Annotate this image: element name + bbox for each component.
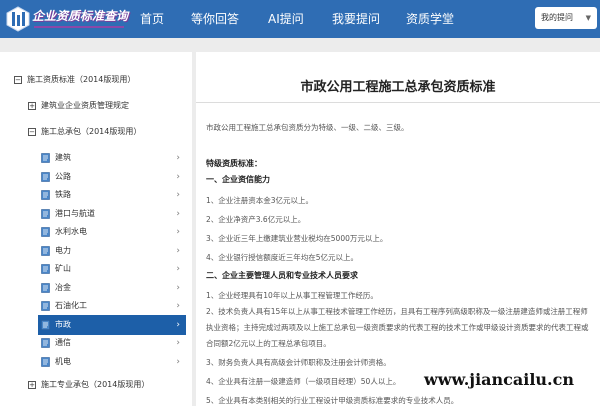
sidebar-item[interactable]: 石油化工 › <box>38 296 186 316</box>
document-icon <box>41 282 50 293</box>
document-icon <box>41 356 50 367</box>
document-icon <box>41 301 50 311</box>
top-nav-bar: 企业资质标准查询 首页 等你回答 AI提问 我要提问 资质学堂 我的提问 ▼ <box>0 0 600 38</box>
document-icon <box>41 153 50 163</box>
chevron-right-icon: › <box>176 356 180 367</box>
chevron-right-icon: › <box>176 301 180 311</box>
document-icon <box>41 264 50 274</box>
document-icon <box>41 245 50 256</box>
intro-paragraph: 市政公用工程施工总承包资质分为特级、一级、二级、三级。 <box>206 123 409 132</box>
chevron-down-icon: ▼ <box>585 14 591 22</box>
article-content: 市政公用工程施工总承包资质标准 市政公用工程施工总承包资质分为特级、一级、二级、… <box>196 52 600 406</box>
watermark-text: www.jiancailu.cn <box>424 370 574 389</box>
sidebar-item-label: 市政 <box>55 319 71 329</box>
sidebar-item-label: 冶金 <box>55 282 71 292</box>
search-dropdown-label: 我的提问 <box>541 13 573 22</box>
chevron-right-icon: › <box>176 171 180 182</box>
sidebar-item-label: 矿山 <box>55 264 71 273</box>
document-icon <box>41 171 50 182</box>
nav-ask-question[interactable]: 我要提问 <box>332 0 380 38</box>
tree-node-specialty-label: 施工专业承包（2014版现用） <box>41 380 150 389</box>
sidebar-item-label: 通信 <box>55 338 71 347</box>
chevron-right-icon: › <box>176 338 180 348</box>
document-icon <box>41 208 50 219</box>
section2-item: 2、技术负责人具有15年以上从事工程技术管理工作经历，且具有工程序列高级职称及一… <box>206 307 589 348</box>
sidebar-item-label: 公路 <box>55 171 71 181</box>
sidebar-item[interactable]: 公路 › <box>38 167 186 187</box>
chevron-right-icon: › <box>176 319 180 330</box>
sidebar-item-label: 石油化工 <box>55 301 87 310</box>
expand-icon[interactable]: + <box>28 102 36 110</box>
chevron-right-icon: › <box>176 264 180 274</box>
sidebar-item-label: 机电 <box>55 356 71 366</box>
logo-underline <box>34 26 124 28</box>
sidebar-item[interactable]: 港口与航道 › <box>38 204 186 224</box>
title-divider <box>196 102 600 103</box>
page-title: 市政公用工程施工总承包资质标准 <box>300 80 496 95</box>
sidebar-item-label: 水利水电 <box>55 227 87 236</box>
expand-icon[interactable]: + <box>28 381 36 389</box>
nav-home[interactable]: 首页 <box>140 0 164 38</box>
logo-text: 企业资质标准查询 <box>32 9 129 23</box>
sidebar-item[interactable]: 通信 › <box>38 333 186 353</box>
logo-icon <box>6 6 30 32</box>
section2-item: 4、企业具有注册一级建造师（一级项目经理）50人以上。 <box>206 377 401 386</box>
nav-qualification-school[interactable]: 资质学堂 <box>406 0 454 38</box>
document-icon <box>41 319 50 330</box>
sidebar-item[interactable]: 市政 › <box>38 314 186 335</box>
document-icon <box>41 190 50 200</box>
tree-node-root-label: 施工资质标准（2014版现用） <box>27 75 136 84</box>
sidebar-item[interactable]: 电力 › <box>38 241 186 261</box>
tree-node-rule-label: 建筑业企业资质管理规定 <box>41 101 129 110</box>
chevron-right-icon: › <box>176 153 180 163</box>
section2-item: 3、财务负责人具有高级会计师职称及注册会计师资格。 <box>206 358 391 367</box>
sidebar-item[interactable]: 建筑 › <box>38 148 186 168</box>
chevron-right-icon: › <box>176 190 180 200</box>
nav-ai-ask[interactable]: AI提问 <box>268 0 304 38</box>
sidebar-item-label: 建筑 <box>55 153 71 162</box>
tree-node-general-label: 施工总承包（2014版现用） <box>41 127 142 136</box>
section1-item: 4、企业银行授信额度近三年均在5亿元以上。 <box>206 253 359 262</box>
sidebar-item[interactable]: 冶金 › <box>38 278 186 298</box>
search-dropdown[interactable]: 我的提问 ▼ <box>535 7 597 29</box>
sidebar-item-label: 电力 <box>55 245 71 255</box>
collapse-icon[interactable]: − <box>28 128 36 136</box>
sidebar-item-label: 铁路 <box>55 190 71 199</box>
document-icon <box>41 227 50 237</box>
section1-item: 1、企业注册资本金3亿元以上。 <box>206 196 314 205</box>
section1-item: 3、企业近三年上缴建筑业营业税均在5000万元以上。 <box>206 234 388 243</box>
sidebar-item[interactable]: 铁路 › <box>38 185 186 205</box>
sidebar-item[interactable]: 矿山 › <box>38 259 186 279</box>
sidebar-item[interactable]: 机电 › <box>38 352 186 372</box>
sidebar-item[interactable]: 水利水电 › <box>38 222 186 242</box>
section2-item: 5、企业具有本类别相关的行业工程设计甲级资质标准要求的专业技术人员。 <box>206 396 459 405</box>
chevron-right-icon: › <box>176 282 180 293</box>
nav-waiting-answers[interactable]: 等你回答 <box>191 0 239 38</box>
special-heading: 特级资质标准： <box>206 159 262 168</box>
sidebar-item-label: 港口与航道 <box>55 208 95 218</box>
chevron-right-icon: › <box>176 227 180 237</box>
collapse-icon[interactable]: − <box>14 76 22 84</box>
section2-item: 1、企业经理具有10年以上从事工程管理工作经历。 <box>206 291 378 300</box>
chevron-right-icon: › <box>176 208 180 219</box>
site-logo[interactable]: 企业资质标准查询 <box>6 4 129 34</box>
chevron-right-icon: › <box>176 245 180 256</box>
sidebar-tree: − 施工资质标准（2014版现用） + 建筑业企业资质管理规定 − 施工总承包（… <box>0 52 192 406</box>
section1-item: 2、企业净资产3.6亿元以上。 <box>206 215 306 224</box>
section1-heading: 一、企业资信能力 <box>206 175 270 184</box>
section2-heading: 二、企业主要管理人员和专业技术人员要求 <box>206 271 358 280</box>
document-icon <box>41 338 50 348</box>
